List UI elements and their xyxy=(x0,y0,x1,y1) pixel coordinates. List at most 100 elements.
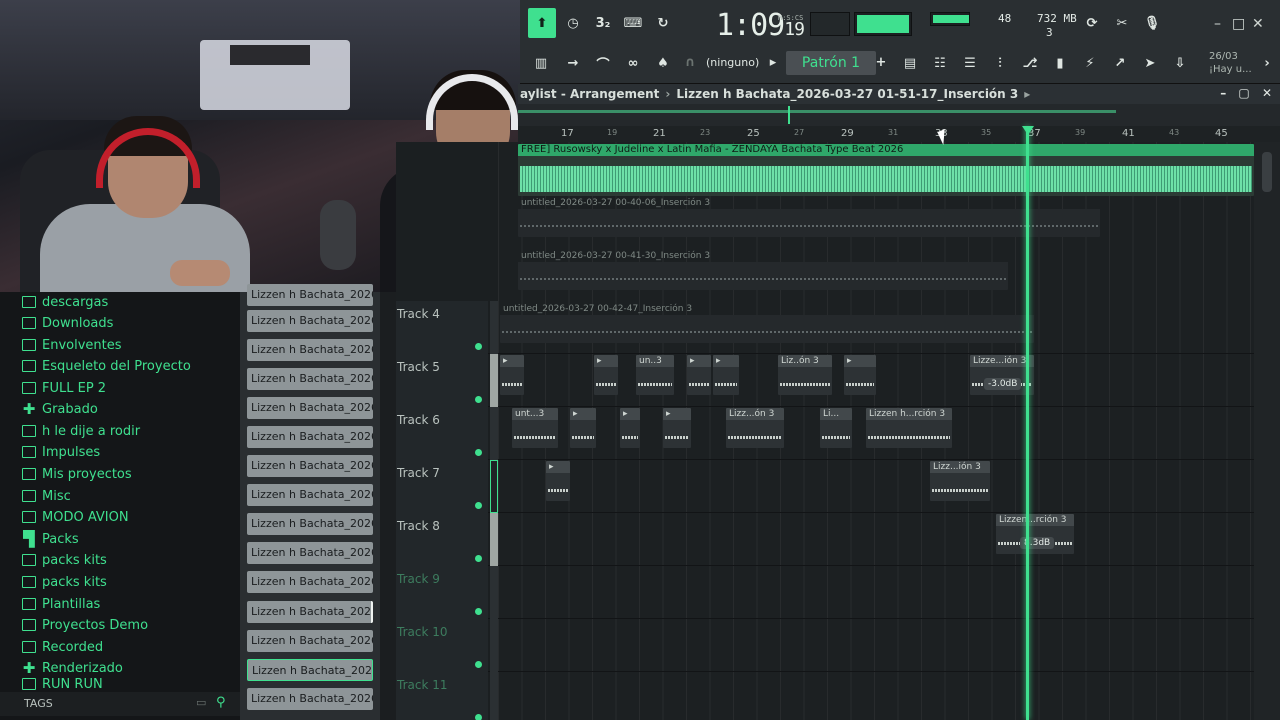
track-header[interactable]: Track 8 xyxy=(396,513,488,566)
audio-clip[interactable]: Lizz...ión 3 xyxy=(930,461,990,501)
scrollbar-thumb[interactable] xyxy=(1262,152,1272,192)
track-mute-led-icon[interactable] xyxy=(475,396,482,403)
audio-clip[interactable]: ▸ xyxy=(594,355,618,395)
audio-clip[interactable]: ▸ xyxy=(620,408,640,448)
undo-icon[interactable]: ⟳ xyxy=(1080,10,1104,36)
file-item[interactable]: Lizzen h Bachata_2026-0... xyxy=(247,368,373,390)
track-mute-led-icon[interactable] xyxy=(475,343,482,350)
playlist-minimize-icon[interactable]: – xyxy=(1220,86,1226,100)
mixer-icon[interactable]: ⫶ xyxy=(988,50,1012,76)
file-item[interactable]: Lizzen h Bachata_2026-0... xyxy=(247,339,373,361)
countdown-icon[interactable]: 3₂ xyxy=(590,8,616,38)
file-item[interactable]: Lizzen h Bachata_2026-0... xyxy=(247,571,373,593)
browser-item[interactable]: Esqueleto del Proyecto xyxy=(22,356,191,376)
browser-icon[interactable]: ▮ xyxy=(1048,50,1072,76)
browser-item[interactable]: Impulses xyxy=(22,442,100,462)
audio-clip[interactable]: ▸ xyxy=(713,355,739,395)
file-item[interactable]: Lizzen h Bachata_2026-0... xyxy=(247,284,373,306)
piano-roll-icon[interactable]: ☷ xyxy=(928,50,952,76)
track-row[interactable]: Track 11 xyxy=(396,672,1254,720)
audio-clip[interactable]: ▸ xyxy=(844,355,876,395)
browser-item[interactable]: Recorded xyxy=(22,637,103,657)
tags-bar[interactable]: TAGS ▭ ⚲ xyxy=(0,692,240,716)
playhead[interactable] xyxy=(1026,126,1029,720)
track-selector[interactable] xyxy=(490,354,498,407)
browser-item[interactable]: FULL EP 2 xyxy=(22,378,106,398)
timeline-ruler[interactable]: 17 19 21 23 25 27 29 31 33 35 37 39 41 4… xyxy=(518,126,1280,142)
browser-item[interactable]: ✚ Renderizado xyxy=(22,658,123,678)
link-icon[interactable]: ∞ xyxy=(620,50,646,76)
track-header[interactable]: Track 7 xyxy=(396,460,488,513)
browser-item[interactable]: Proyectos Demo xyxy=(22,615,148,635)
browser-item[interactable]: Misc xyxy=(22,486,71,506)
channel-arrow-icon[interactable]: ▸ xyxy=(766,52,780,72)
track-mute-led-icon[interactable] xyxy=(475,714,482,720)
file-item[interactable]: Lizzen h Bachata_2026-0... xyxy=(247,513,373,535)
track-selector[interactable] xyxy=(490,513,498,566)
audio-clip[interactable]: ▸ xyxy=(546,461,570,501)
stamp-icon[interactable]: ♠ xyxy=(650,50,676,76)
piano-icon[interactable]: ▥ xyxy=(528,50,554,76)
track-selector[interactable] xyxy=(490,566,498,619)
news-panel[interactable]: 26/03 ¡Hay u... xyxy=(1209,50,1252,76)
file-item[interactable]: Lizzen h Bachata_2026-0... xyxy=(247,484,373,506)
playlist-icon[interactable]: ▤ xyxy=(898,50,922,76)
file-item[interactable]: Lizzen h Bachata_2026-0... xyxy=(247,542,373,564)
audio-clip[interactable]: ▸ xyxy=(663,408,691,448)
audio-clip[interactable]: ▸ xyxy=(570,408,596,448)
file-item[interactable]: Lizzen h Bachata_2026-0... xyxy=(247,397,373,419)
browser-item[interactable]: Mis proyectos xyxy=(22,464,132,484)
playlist-tracks[interactable]: Track 4 Track 5 Track 6 Track 7 Track 8 … xyxy=(396,142,1254,720)
close-icon[interactable]: ✕ xyxy=(1252,16,1264,32)
browser-item[interactable]: Envolventes xyxy=(22,335,122,355)
audio-clip[interactable]: Lizz...ón 3 xyxy=(726,408,784,448)
download-icon[interactable]: ⇩ xyxy=(1168,50,1192,76)
track-header[interactable]: Track 4 xyxy=(396,301,488,354)
snap-icon[interactable]: ⌒ xyxy=(590,50,616,76)
playlist-overview[interactable] xyxy=(518,104,1280,126)
track-selector[interactable] xyxy=(490,619,498,672)
file-item[interactable]: Lizzen h Bachata_2026-0... xyxy=(247,455,373,477)
browser-item[interactable]: Downloads xyxy=(22,313,113,333)
track-selector[interactable] xyxy=(490,672,498,720)
browser-item[interactable]: Plantillas xyxy=(22,594,100,614)
browser-item[interactable]: packs kits xyxy=(22,550,107,570)
channel-rack-icon[interactable]: ☰ xyxy=(958,50,982,76)
audio-clip-beat[interactable]: FREE] Rusowsky x Judeline x Latin Mafia … xyxy=(518,144,1254,196)
maximize-icon[interactable]: □ xyxy=(1232,16,1245,32)
audio-clip[interactable]: Li... xyxy=(820,408,852,448)
arrow-right-icon[interactable]: → xyxy=(560,50,586,76)
playhead-marker-icon[interactable] xyxy=(1022,126,1034,135)
audio-clip-untitled-1[interactable]: untitled_2026-03-27 00-40-06_Inserción 3 xyxy=(518,197,1100,237)
browser-item[interactable]: descargas xyxy=(22,292,108,312)
audio-clip[interactable]: un..3 xyxy=(636,355,674,395)
file-item[interactable]: Lizzen h Bachata_2026-0... xyxy=(247,601,373,623)
track-header[interactable]: Track 9 xyxy=(396,566,488,619)
audio-clip[interactable]: ▸ xyxy=(687,355,711,395)
file-item[interactable]: Lizzen h Bachata_2026-0... xyxy=(247,688,373,710)
file-item[interactable]: Lizzen h Bachata_2026-0... xyxy=(247,630,373,652)
track-selector[interactable] xyxy=(490,407,498,460)
metronome-icon[interactable]: ◷ xyxy=(560,8,586,38)
track-header[interactable]: Track 11 xyxy=(396,672,488,720)
minimize-icon[interactable]: – xyxy=(1214,16,1221,32)
browser-item[interactable]: RUN RUN xyxy=(22,678,103,690)
audio-clip[interactable]: unt...3 xyxy=(512,408,558,448)
loop-record-icon[interactable]: ↻ xyxy=(650,8,676,38)
audio-clip-untitled-2[interactable]: untitled_2026-03-27 00-41-30_Inserción 3 xyxy=(518,250,1008,290)
pattern-selector[interactable]: Patrón 1 xyxy=(786,51,876,75)
browser-item[interactable]: h le dije a rodir xyxy=(22,421,140,441)
touch-keyboard-icon[interactable]: ↗ xyxy=(1108,50,1132,76)
cut-tool-icon[interactable]: ✂ xyxy=(1110,10,1134,36)
plugin-icon[interactable]: ⚡ xyxy=(1078,50,1102,76)
playlist-maximize-icon[interactable]: ▢ xyxy=(1238,86,1249,100)
video-icon[interactable]: ➤ xyxy=(1138,50,1162,76)
track-mute-led-icon[interactable] xyxy=(475,555,482,562)
track-row[interactable]: Track 8 xyxy=(396,513,1254,566)
mic-icon[interactable]: 🎙 xyxy=(1140,10,1164,36)
audio-clip[interactable]: Lizzen h...rción 3 xyxy=(866,408,952,448)
browser-item[interactable]: MODO AVION xyxy=(22,507,129,527)
typing-keyboard-icon[interactable]: ⌨ xyxy=(620,8,646,38)
track-mute-led-icon[interactable] xyxy=(475,502,482,509)
track-selector[interactable] xyxy=(490,301,498,354)
